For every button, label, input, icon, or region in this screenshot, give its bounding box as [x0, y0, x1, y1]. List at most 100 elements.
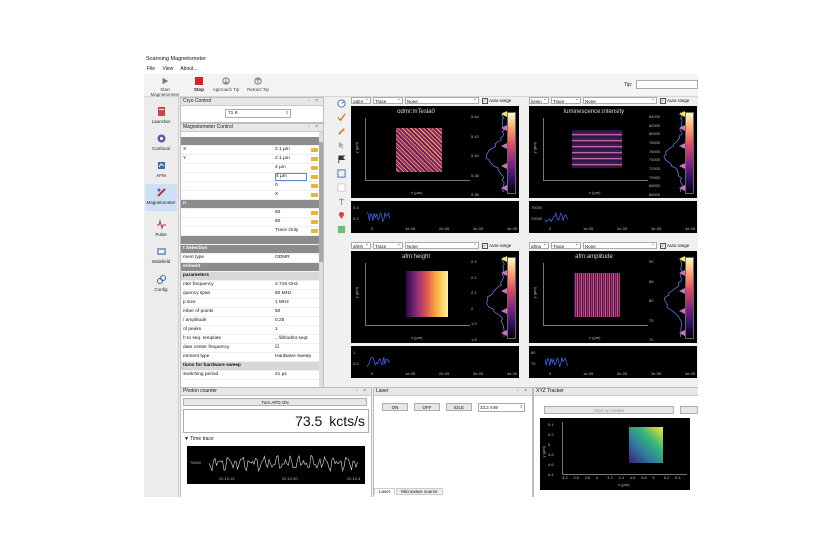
auto-range-checkbox[interactable]: ✓ Auto-range: [660, 242, 689, 249]
dock-buttons[interactable]: ▫ ×: [308, 124, 320, 131]
colorbar-handle-icon[interactable]: [501, 308, 507, 314]
tracker-extra-button[interactable]: [680, 406, 698, 414]
menu-view[interactable]: View: [162, 66, 173, 72]
checkmark-brush-icon[interactable]: [337, 113, 346, 122]
reset-swatch-icon[interactable]: [311, 193, 318, 197]
auto-range-checkbox[interactable]: ✓ Auto-range: [482, 242, 511, 249]
reset-swatch-icon[interactable]: [311, 148, 318, 152]
parameter-row[interactable]: 60: [181, 209, 321, 218]
trace-plot[interactable]: 75000 70000 0 1e-05 2e-05 3e-05 4e-05: [529, 201, 697, 233]
sidebar-item-widefield[interactable]: Widefield: [145, 243, 177, 270]
parameter-row[interactable]: 4 µm: [181, 164, 321, 173]
parameter-value[interactable]: X: [275, 191, 278, 199]
parameter-row[interactable]: h to seq. template ...\lib\odmr.seqt: [181, 335, 321, 344]
overlay-select[interactable]: None: [583, 96, 657, 104]
overlay-select[interactable]: None: [405, 241, 479, 249]
parameter-value[interactable]: 21 µs: [275, 371, 287, 379]
flag-icon[interactable]: [337, 155, 346, 164]
laser-on-button[interactable]: ON: [382, 403, 408, 411]
colorbar-handle-icon[interactable]: [501, 330, 507, 336]
laser-idle-button[interactable]: IDLE: [446, 403, 472, 411]
auto-range-checkbox[interactable]: ✓ Auto-range: [482, 97, 511, 104]
data-source-select[interactable]: odmr: [351, 96, 371, 104]
auto-range-checkbox[interactable]: ✓ Auto-range: [660, 97, 689, 104]
image-plot[interactable]: afm:amplitude x (µm) y (µm) 90 85 80 75 70: [529, 251, 697, 343]
colorbar-handle-icon[interactable]: [679, 185, 685, 191]
parameter-value[interactable]: 2.1 µm: [275, 146, 290, 154]
image-plot[interactable]: odmr:mTesla0 x (µm) y (µm) 5.44 5.42 5.40 5.38…: [351, 106, 519, 198]
blank-icon[interactable]: [337, 183, 346, 192]
reset-swatch-icon[interactable]: [311, 211, 318, 215]
colorbar-handle-icon[interactable]: [501, 288, 507, 294]
parameter-row[interactable]: date center frequency ☑: [181, 344, 321, 353]
start-magnetometer-button[interactable]: Start Magnetometer: [148, 77, 182, 97]
colorbar-handle-icon[interactable]: [501, 163, 507, 169]
parameter-value[interactable]: 1 MHz: [275, 299, 289, 307]
stop-button[interactable]: Stop: [192, 77, 206, 92]
parameter-value[interactable]: 4 µm: [275, 164, 286, 172]
colorbar[interactable]: [507, 257, 516, 339]
colorbar[interactable]: [507, 112, 516, 194]
colorbar-handle-icon[interactable]: [679, 125, 685, 131]
parameter-value[interactable]: 0: [275, 182, 278, 190]
parameter-row[interactable]: of peaks 1: [181, 326, 321, 335]
trace-select[interactable]: Trace: [551, 96, 581, 104]
parameter-value[interactable]: 60: [275, 209, 280, 217]
tip-input[interactable]: [636, 80, 698, 89]
parameter-row[interactable]: quency span 50 MHz: [181, 290, 321, 299]
dock-buttons[interactable]: ▫ ×: [308, 98, 320, 105]
time-trace-toggle[interactable]: ▼ Time trace: [184, 436, 214, 442]
parameter-value[interactable]: ☑: [275, 344, 279, 352]
parameter-value[interactable]: ODMR: [275, 254, 290, 262]
retract-tip-button[interactable]: Retract Tip: [244, 77, 272, 92]
colorbar-handle-icon[interactable]: [501, 256, 507, 262]
parameter-row[interactable]: / amplitude 0.25: [181, 317, 321, 326]
turn-apd-on-button[interactable]: Turn APD ON: [183, 398, 367, 406]
parameter-row[interactable]: X: [181, 191, 321, 200]
pencil-icon[interactable]: [337, 127, 346, 136]
dock-buttons[interactable]: ▫ ×: [356, 388, 368, 395]
image-plot[interactable]: luminescence:intensity x (µm) y (µm) 84000 8…: [529, 106, 697, 198]
tab-laser[interactable]: Laser: [374, 488, 396, 495]
sidebar-item-launcher[interactable]: Launcher: [145, 103, 177, 130]
colorbar[interactable]: [685, 112, 694, 194]
grid-map-icon[interactable]: [337, 225, 346, 234]
parameter-value[interactable]: 50 MHz: [275, 290, 292, 298]
parameter-row[interactable]: ment type ODMR: [181, 254, 321, 263]
approach-tip-button[interactable]: Approach Tip: [210, 77, 242, 92]
sidebar-item-pulse[interactable]: Pulse: [145, 216, 177, 243]
trace-select[interactable]: Trace: [373, 241, 403, 249]
reset-swatch-icon[interactable]: [311, 166, 318, 170]
start-xy-tracker-button[interactable]: Start xy tracker: [544, 406, 674, 414]
colorbar-handle-icon[interactable]: [679, 308, 685, 314]
colorbar[interactable]: [685, 257, 694, 339]
reset-swatch-icon[interactable]: [311, 157, 318, 161]
colorbar-handle-icon[interactable]: [679, 288, 685, 294]
image-plot[interactable]: afm:height x (µm) y (µm) 2.3 2.2 2.1 2 1.9 1.8: [351, 251, 519, 343]
laser-off-button[interactable]: OFF: [414, 403, 440, 411]
parameter-row[interactable]: X 2.1 µm: [181, 146, 321, 155]
colorbar-handle-icon[interactable]: [679, 163, 685, 169]
reset-swatch-icon[interactable]: [311, 220, 318, 224]
sidebar-item-magnetometer[interactable]: Magnetometer: [145, 184, 177, 211]
parameter-row[interactable]: 4 µm: [181, 173, 321, 182]
colorbar-handle-icon[interactable]: [501, 111, 507, 117]
overlay-select[interactable]: None: [405, 96, 479, 104]
parameter-value[interactable]: 50: [275, 308, 280, 316]
parameter-row[interactable]: Y 2.1 µm: [181, 155, 321, 164]
dock-buttons[interactable]: ▫ ×: [517, 388, 529, 395]
parameter-value[interactable]: 60: [275, 218, 280, 226]
parameter-value[interactable]: Trace Only: [275, 227, 298, 235]
laser-power-field[interactable]: 33.2 mW ⇕: [478, 403, 525, 412]
trace-select[interactable]: Trace: [551, 241, 581, 249]
colorbar-handle-icon[interactable]: [679, 270, 685, 276]
parameter-value[interactable]: ...\lib\odmr.seqt: [275, 335, 308, 343]
parameter-row[interactable]: p size 1 MHz: [181, 299, 321, 308]
colorbar-handle-icon[interactable]: [679, 143, 685, 149]
parameter-value[interactable]: 0.25: [275, 317, 284, 325]
overlay-select[interactable]: None: [583, 241, 657, 249]
colorbar-handle-icon[interactable]: [679, 330, 685, 336]
colorbar-handle-icon[interactable]: [501, 125, 507, 131]
reset-swatch-icon[interactable]: [311, 175, 318, 179]
trace-select[interactable]: Trace: [373, 96, 403, 104]
